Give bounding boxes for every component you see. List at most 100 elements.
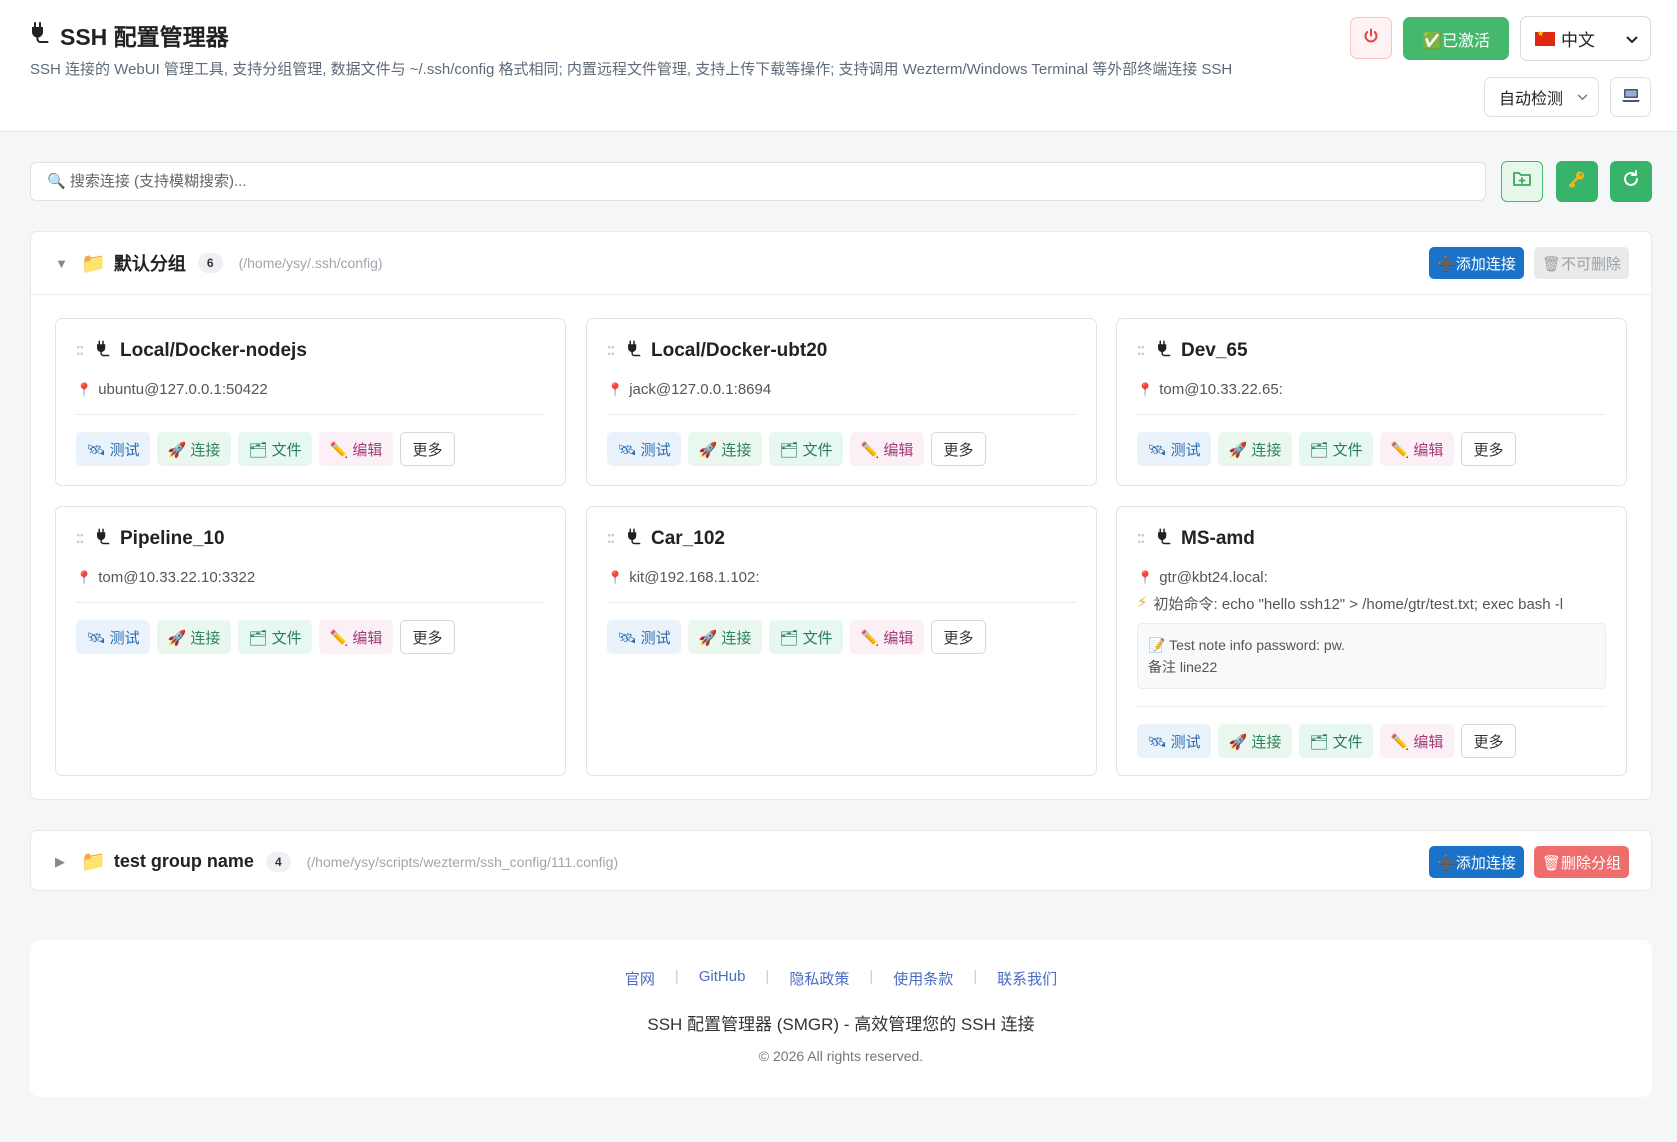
edit-button[interactable]: ✏️ 编辑 (1380, 432, 1454, 466)
test-button[interactable]: 🛰 测试 (76, 620, 150, 654)
footer-link-website[interactable]: 官网 (605, 968, 675, 989)
refresh-button[interactable] (1610, 161, 1652, 202)
language-label: 中文 (1561, 31, 1595, 50)
more-button[interactable]: 更多 (400, 432, 455, 466)
more-button[interactable]: 更多 (1461, 432, 1516, 466)
search-bar[interactable] (30, 162, 1486, 201)
edit-button[interactable]: ✏️ 编辑 (319, 620, 393, 654)
files-button[interactable]: 🗂 文件 (238, 620, 312, 654)
connect-button[interactable]: 🚀 连接 (688, 620, 762, 654)
card-title: ⁚⁚ Local/Docker-ubt20 (607, 339, 827, 362)
group-header[interactable]: ▶ 📁 test group name 4 (/home/ysy/scripts… (31, 831, 1651, 892)
connection-card: ⁚⁚ Local/Docker-ubt20 📍 jack@127.0.0.1:8… (586, 318, 1097, 486)
chevron-down-icon (1626, 29, 1638, 49)
location-pin-icon: 📍 (607, 569, 624, 585)
edit-button[interactable]: ✏️ 编辑 (319, 432, 393, 466)
drag-handle-icon[interactable]: ⁚⁚ (1137, 344, 1147, 358)
more-button[interactable]: 更多 (931, 432, 986, 466)
card-divider (1137, 706, 1606, 707)
test-button[interactable]: 🛰 测试 (1137, 724, 1211, 758)
files-button[interactable]: 🗂 文件 (769, 432, 843, 466)
connect-button[interactable]: 🚀 连接 (1218, 432, 1292, 466)
card-actions: 🛰 测试 🚀 连接 🗂 文件 ✏️ 编辑 更多 (76, 620, 455, 654)
connect-button[interactable]: 🚀 连接 (1218, 724, 1292, 758)
card-actions: 🛰 测试 🚀 连接 🗂 文件 ✏️ 编辑 更多 (1137, 432, 1516, 466)
power-button[interactable] (1350, 17, 1392, 59)
edit-button[interactable]: ✏️ 编辑 (850, 432, 924, 466)
location-pin-icon: 📍 (1137, 381, 1154, 397)
app-title: SSH 配置管理器 (28, 18, 229, 52)
edit-button[interactable]: ✏️ 编辑 (850, 620, 924, 654)
terminal-mode-select[interactable]: 自动检测 (1484, 77, 1599, 117)
footer-link-terms[interactable]: 使用条款 (873, 968, 973, 989)
card-divider (1137, 414, 1606, 415)
test-button[interactable]: 🛰 测试 (1137, 432, 1211, 466)
files-button[interactable]: 🗂 文件 (769, 620, 843, 654)
connection-name: Dev_65 (1181, 339, 1248, 361)
collapse-icon[interactable]: ▼ (55, 256, 81, 271)
drag-handle-icon[interactable]: ⁚⁚ (607, 532, 617, 546)
drag-handle-icon[interactable]: ⁚⁚ (1137, 532, 1147, 546)
footer-product-name: SSH 配置管理器 (SMGR) - 高效管理您的 SSH 连接 (647, 1015, 1035, 1034)
group-header[interactable]: ▼ 📁 默认分组 6 (/home/ysy/.ssh/config) (31, 232, 1651, 294)
connect-button[interactable]: 🚀 连接 (157, 620, 231, 654)
search-input[interactable] (47, 173, 1485, 190)
power-icon (1363, 28, 1379, 49)
card-actions: 🛰 测试 🚀 连接 🗂 文件 ✏️ 编辑 更多 (76, 432, 455, 466)
drag-handle-icon[interactable]: ⁚⁚ (607, 344, 617, 358)
delete-group-button[interactable]: 🗑删除分组 (1534, 846, 1629, 878)
edit-button[interactable]: ✏️ 编辑 (1380, 724, 1454, 758)
footer-link-privacy[interactable]: 隐私政策 (769, 968, 869, 989)
drag-handle-icon[interactable]: ⁚⁚ (76, 344, 86, 358)
china-flag-icon (1535, 29, 1555, 46)
connect-button[interactable]: 🚀 连接 (157, 432, 231, 466)
connection-host: 📍 tom@10.33.22.65: (1137, 381, 1283, 398)
delete-group-button-disabled[interactable]: 🗑不可删除 (1534, 247, 1629, 279)
connection-host-text: tom@10.33.22.65: (1159, 381, 1283, 398)
location-pin-icon: 📍 (1137, 569, 1154, 585)
location-pin-icon: 📍 (76, 381, 93, 397)
card-title: ⁚⁚ Local/Docker-nodejs (76, 339, 307, 362)
card-title: ⁚⁚ Car_102 (607, 527, 725, 550)
note-line: 备注 line22 (1148, 659, 1218, 675)
footer-link-github[interactable]: GitHub (679, 968, 766, 989)
card-divider (76, 414, 545, 415)
files-button[interactable]: 🗂 文件 (1299, 724, 1373, 758)
language-select[interactable]: 中文 (1520, 16, 1651, 61)
add-connection-button[interactable]: ➕添加连接 (1429, 846, 1524, 878)
add-connection-button[interactable]: ➕添加连接 (1429, 247, 1524, 279)
more-button[interactable]: 更多 (400, 620, 455, 654)
card-actions: 🛰 测试 🚀 连接 🗂 文件 ✏️ 编辑 更多 (1137, 724, 1516, 758)
connection-host-text: jack@127.0.0.1:8694 (629, 381, 772, 398)
plug-icon (28, 20, 52, 50)
group-path: (/home/ysy/scripts/wezterm/ssh_config/11… (306, 853, 619, 870)
init-command: ⚡ 初始命令: echo "hello ssh12" > /home/gtr/t… (1137, 593, 1563, 614)
expand-icon[interactable]: ▶ (55, 854, 81, 870)
test-button[interactable]: 🛰 测试 (607, 432, 681, 466)
connection-note: 📝 Test note info password: pw. 备注 line22 (1137, 623, 1606, 689)
plug-icon (625, 527, 643, 550)
card-title: ⁚⁚ Dev_65 (1137, 339, 1248, 362)
connection-card: ⁚⁚ MS-amd 📍 gtr@kbt24.local: ⚡ 初始命令: ech… (1116, 506, 1627, 776)
connection-host-text: ubuntu@127.0.0.1:50422 (98, 381, 268, 398)
group-name: 默认分组 (113, 254, 186, 274)
card-actions: 🛰 测试 🚀 连接 🗂 文件 ✏️ 编辑 更多 (607, 432, 986, 466)
footer-link-contact[interactable]: 联系我们 (977, 968, 1077, 989)
folder-icon: 📁 (81, 252, 106, 275)
files-button[interactable]: 🗂 文件 (1299, 432, 1373, 466)
add-group-button[interactable] (1501, 161, 1543, 202)
ssh-key-button[interactable] (1556, 161, 1598, 202)
files-button[interactable]: 🗂 文件 (238, 432, 312, 466)
group-path: (/home/ysy/.ssh/config) (238, 255, 383, 271)
more-button[interactable]: 更多 (1461, 724, 1516, 758)
test-button[interactable]: 🛰 测试 (76, 432, 150, 466)
connection-host: 📍 gtr@kbt24.local: (1137, 569, 1268, 586)
connection-host-text: tom@10.33.22.10:3322 (98, 569, 256, 586)
terminal-button[interactable] (1610, 77, 1651, 117)
test-button[interactable]: 🛰 测试 (607, 620, 681, 654)
plug-icon (1155, 527, 1173, 550)
activated-button[interactable]: ✅已激活 (1403, 17, 1509, 60)
connect-button[interactable]: 🚀 连接 (688, 432, 762, 466)
drag-handle-icon[interactable]: ⁚⁚ (76, 532, 86, 546)
more-button[interactable]: 更多 (931, 620, 986, 654)
